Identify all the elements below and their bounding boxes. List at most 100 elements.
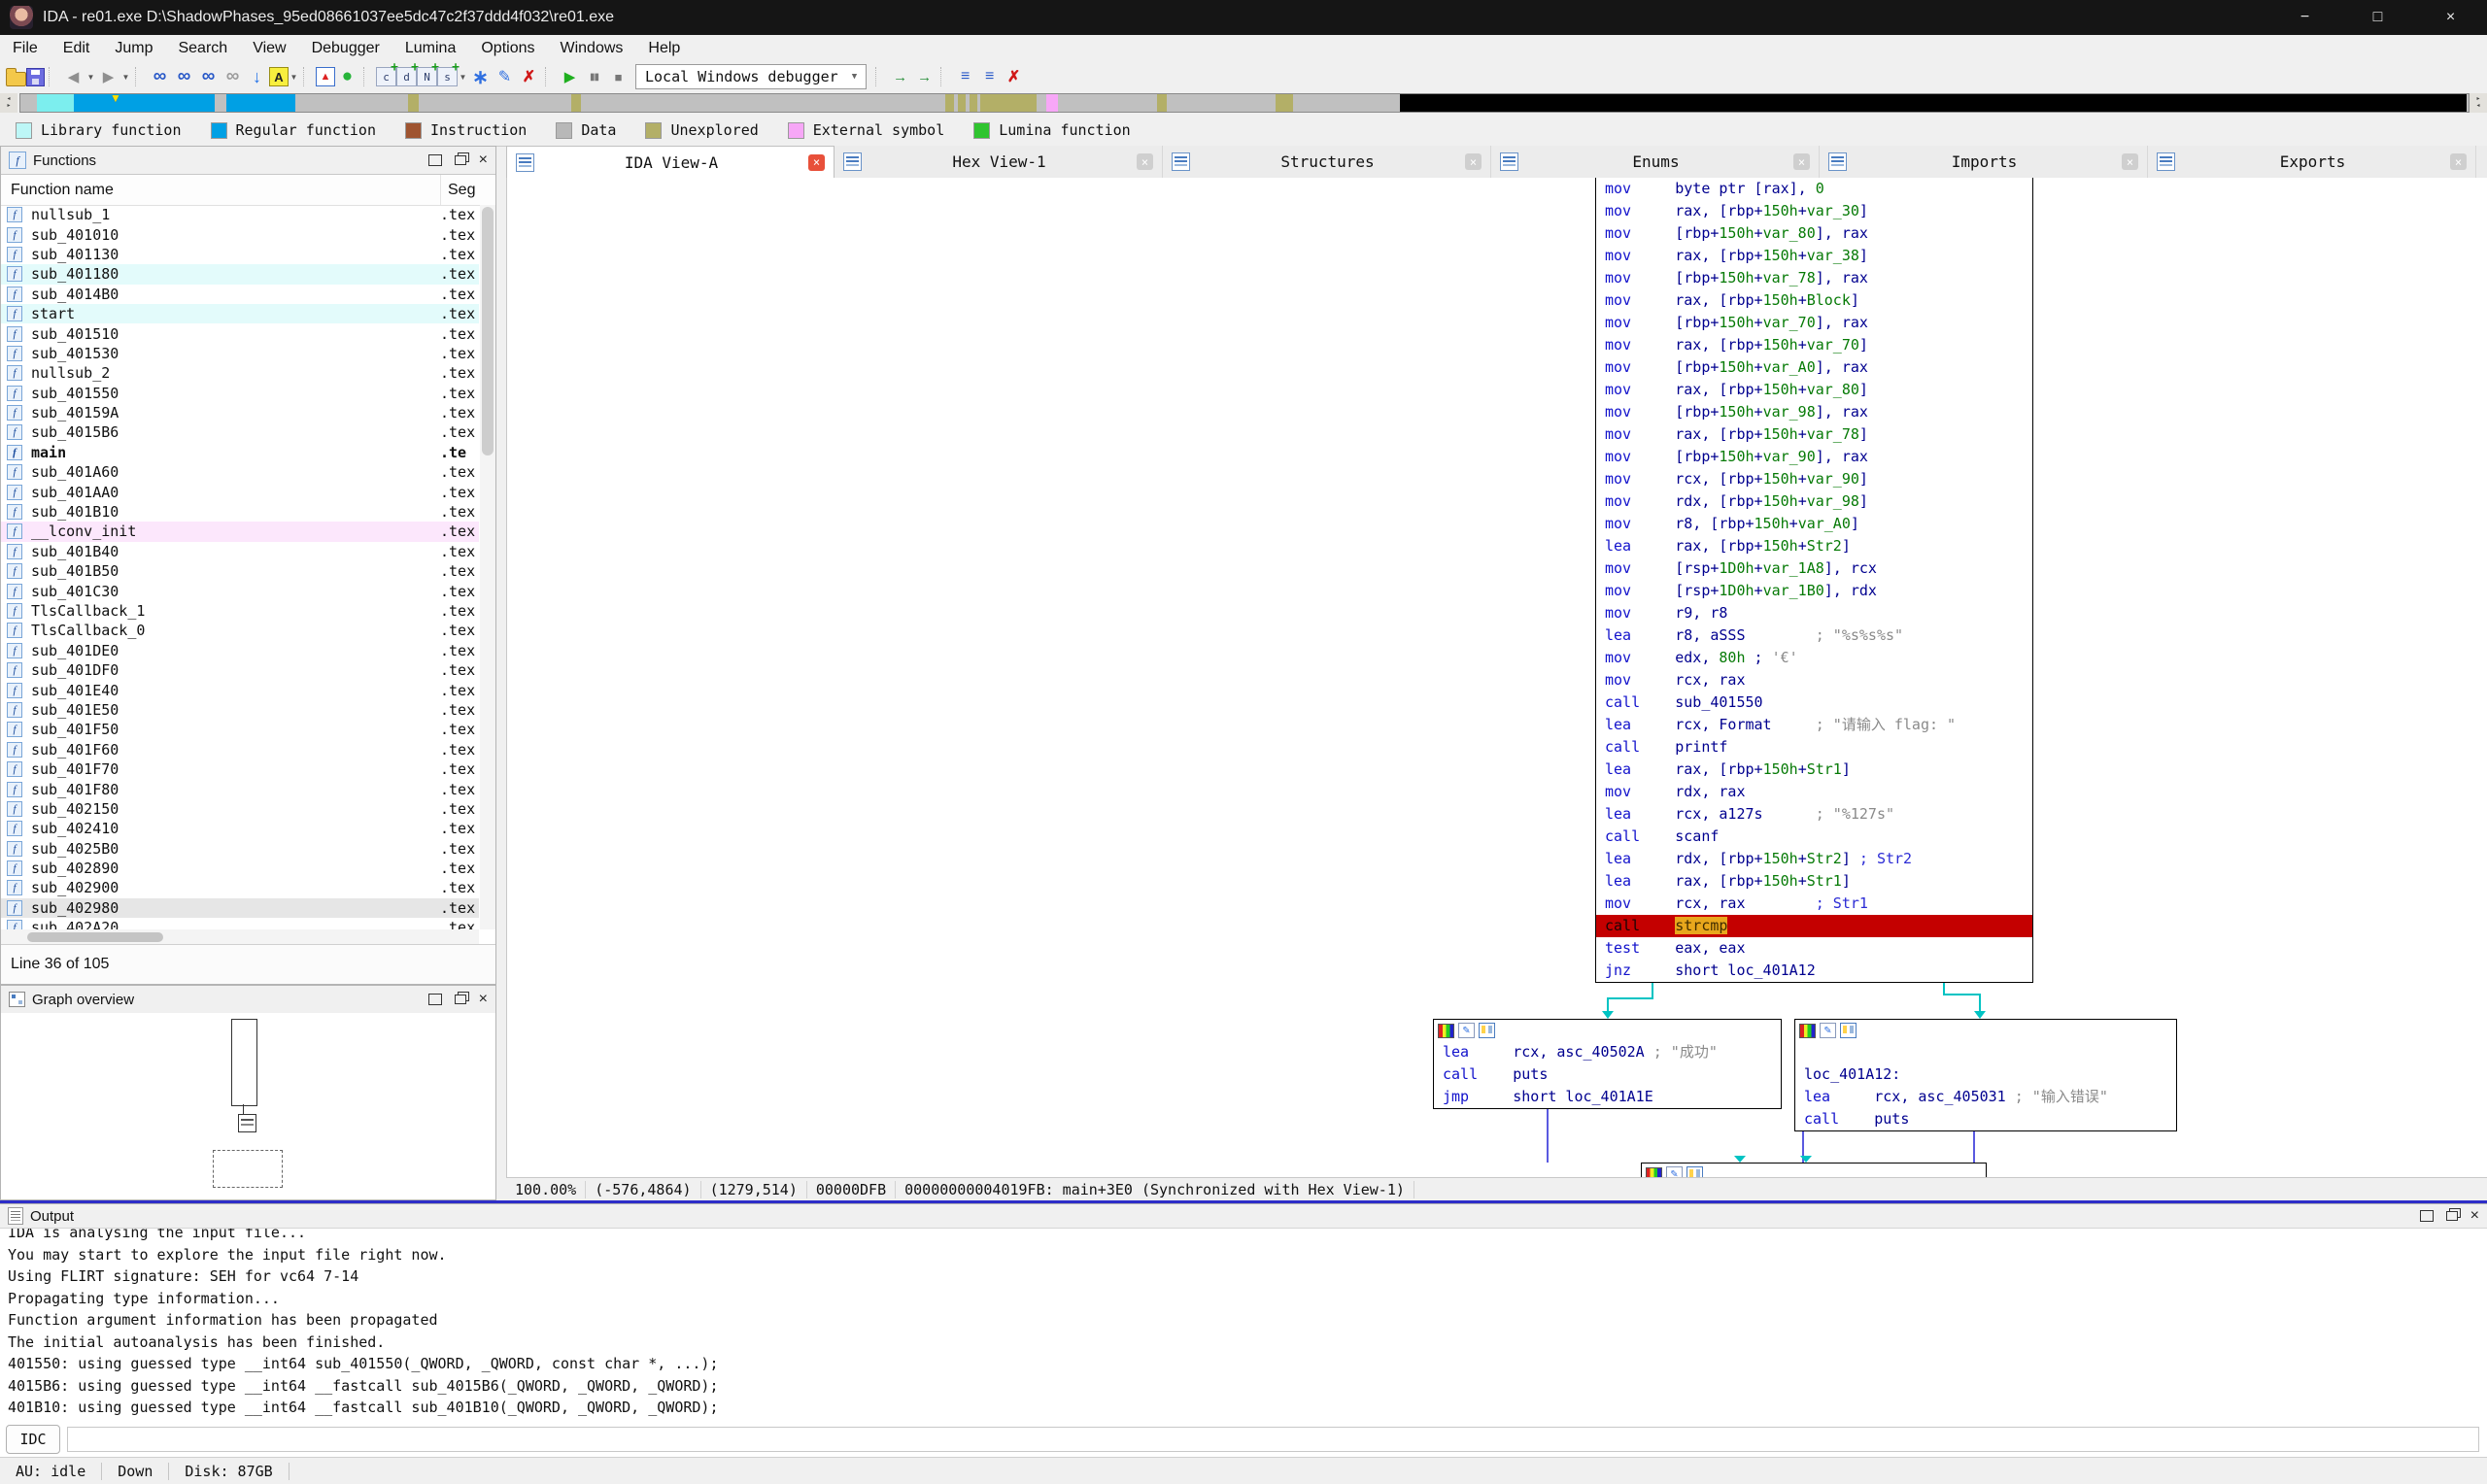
jump-arrow-icon[interactable]: ↓ — [245, 65, 269, 88]
caret-icon[interactable]: ▼ — [85, 65, 96, 88]
function-row[interactable]: fsub_4014B0.tex — [1, 285, 479, 304]
menu-item-debugger[interactable]: Debugger — [299, 40, 392, 57]
menu-item-view[interactable]: View — [240, 40, 298, 57]
make-name-icon[interactable]: N — [417, 67, 437, 86]
function-row[interactable]: fsub_401F80.tex — [1, 779, 479, 798]
function-row[interactable]: fsub_402980.tex — [1, 898, 479, 918]
scrollbar-thumb[interactable] — [27, 932, 163, 942]
panel-close-icon[interactable]: × — [479, 155, 488, 165]
band-segment-blue[interactable] — [74, 94, 215, 112]
overview-viewport-rect[interactable] — [213, 1150, 283, 1188]
disasm-line[interactable]: test eax, eax — [1596, 937, 2032, 960]
function-row[interactable]: fsub_4015B6.tex — [1, 422, 479, 442]
band-segment-olive[interactable] — [1157, 94, 1167, 112]
menu-item-file[interactable]: File — [0, 40, 51, 57]
function-row[interactable]: fsub_401F70.tex — [1, 759, 479, 779]
navigation-band-track[interactable]: ▼ — [19, 93, 2470, 113]
functions-horizontal-scrollbar[interactable] — [1, 929, 479, 945]
band-segment-olive[interactable] — [1276, 94, 1293, 112]
tab-close-icon[interactable]: × — [2122, 153, 2138, 170]
edit-node-icon[interactable]: ✎ — [1820, 1023, 1836, 1038]
panel-close-icon[interactable]: × — [479, 995, 488, 1004]
function-row[interactable]: fstart.tex — [1, 304, 479, 323]
menu-item-lumina[interactable]: Lumina — [392, 40, 468, 57]
disasm-line[interactable]: mov rax, [rbp+150h+var_70] — [1596, 334, 2032, 356]
idc-button[interactable]: IDC — [6, 1425, 60, 1454]
band-segment-olive[interactable] — [958, 94, 966, 112]
basic-block-error[interactable]: ✎ loc_401A12:lea rcx, asc_405031 ; "输入错误… — [1794, 1019, 2177, 1131]
function-row[interactable]: fsub_402150.tex — [1, 799, 479, 819]
tab-close-icon[interactable]: × — [1465, 153, 1482, 170]
output-log[interactable]: IDA is analysing the input file...You ma… — [0, 1229, 2487, 1423]
debugger-select[interactable]: Local Windows debugger▼ — [635, 64, 867, 89]
basic-block-bottom[interactable]: ✎ — [1641, 1163, 1987, 1177]
band-segment-pale[interactable] — [215, 94, 226, 112]
function-row[interactable]: fsub_402A20.tex — [1, 918, 479, 929]
menu-item-search[interactable]: Search — [165, 40, 240, 57]
group-node-icon[interactable] — [1686, 1166, 1703, 1177]
edit-node-icon[interactable]: ✎ — [1458, 1023, 1475, 1038]
disasm-line[interactable]: mov byte ptr [rax], 0 — [1596, 178, 2032, 200]
attach-icon[interactable]: → — [888, 65, 912, 88]
disasm-line[interactable]: jmp short loc_401A1E — [1434, 1086, 1781, 1108]
function-row[interactable]: fsub_401F50.tex — [1, 720, 479, 739]
functions-vertical-scrollbar[interactable] — [480, 205, 495, 929]
graph-overview-header[interactable]: Graph overview × — [1, 986, 495, 1014]
disasm-line[interactable] — [1795, 1041, 2176, 1063]
disasm-line[interactable]: mov r8, [rbp+150h+var_A0] — [1596, 513, 2032, 535]
disasm-line[interactable]: mov rax, [rbp+150h+var_78] — [1596, 423, 2032, 446]
patch-icon[interactable]: ∗ — [468, 65, 493, 88]
function-row[interactable]: fmain.te — [1, 443, 479, 462]
function-row[interactable]: fsub_402900.tex — [1, 878, 479, 897]
panel-float-icon[interactable] — [455, 995, 466, 1004]
watches-icon[interactable]: ≡ — [977, 65, 1002, 88]
tab-close-icon[interactable]: × — [2450, 153, 2467, 170]
search-binary-icon[interactable]: ∞ — [196, 65, 221, 88]
edit-node-icon[interactable]: ✎ — [1666, 1166, 1683, 1177]
disasm-line[interactable]: call printf — [1596, 736, 2032, 759]
band-segment-olive[interactable] — [970, 94, 977, 112]
functions-column-header[interactable]: Function name Seg — [1, 175, 495, 206]
scrollbar-thumb[interactable] — [482, 207, 494, 455]
function-row[interactable]: fsub_402890.tex — [1, 859, 479, 878]
band-segment-black[interactable] — [1400, 94, 2467, 112]
graph-overview-canvas[interactable] — [1, 1013, 495, 1199]
disasm-line[interactable]: mov [rbp+150h+var_A0], rax — [1596, 356, 2032, 379]
band-scroll-right[interactable]: ▸◂ — [2470, 93, 2487, 113]
band-segment-blue[interactable] — [226, 94, 295, 112]
function-row[interactable]: fTlsCallback_1.tex — [1, 601, 479, 621]
menu-item-options[interactable]: Options — [468, 40, 547, 57]
disasm-line[interactable]: mov rdx, rax — [1596, 781, 2032, 803]
function-row[interactable]: fnullsub_1.tex — [1, 205, 479, 224]
node-color-icon[interactable] — [1799, 1024, 1816, 1038]
function-row[interactable]: fsub_401010.tex — [1, 224, 479, 244]
disasm-line[interactable]: lea rax, [rbp+150h+Str1] — [1596, 870, 2032, 893]
edit-comment-icon[interactable]: ✎ — [493, 65, 517, 88]
tab-imports[interactable]: Imports× — [1820, 146, 2148, 178]
disasm-line[interactable]: call sub_401550 — [1596, 691, 2032, 714]
disasm-line[interactable]: lea r8, aSSS ; "%s%s%s" — [1596, 624, 2032, 647]
problem-list-icon[interactable]: ▲ — [316, 67, 335, 86]
function-row[interactable]: fsub_401AA0.tex — [1, 482, 479, 501]
function-row[interactable]: fsub_401510.tex — [1, 323, 479, 343]
column-segment[interactable]: Seg — [440, 175, 475, 205]
band-scroll-left[interactable]: ◂▸ — [0, 93, 17, 113]
disasm-line[interactable]: lea rcx, Format ; "请输入 flag: " — [1596, 714, 2032, 736]
disasm-line[interactable]: lea rax, [rbp+150h+Str2] — [1596, 535, 2032, 557]
function-row[interactable]: fsub_401DE0.tex — [1, 641, 479, 660]
function-row[interactable]: fsub_40159A.tex — [1, 403, 479, 422]
disasm-line[interactable]: mov rax, [rbp+150h+Block] — [1596, 289, 2032, 312]
back-icon[interactable]: ◀ — [61, 65, 85, 88]
disasm-line[interactable]: mov [rbp+150h+var_90], rax — [1596, 446, 2032, 468]
basic-block-main[interactable]: mov byte ptr [rax], 0 mov rax, [rbp+150h+… — [1595, 178, 2033, 983]
search-code-icon[interactable]: ∞ — [148, 65, 172, 88]
disasm-line[interactable]: mov rax, [rbp+150h+var_80] — [1596, 379, 2032, 401]
disasm-line[interactable]: loc_401A12: — [1795, 1063, 2176, 1086]
function-row[interactable]: f__lconv_init.tex — [1, 522, 479, 541]
breakpoints-icon[interactable]: ≡ — [953, 65, 977, 88]
search-text-icon[interactable]: ∞ — [172, 65, 196, 88]
tab-enums[interactable]: Enums× — [1491, 146, 1820, 178]
make-string-icon[interactable]: s — [437, 67, 458, 86]
function-row[interactable]: fsub_401E40.tex — [1, 680, 479, 699]
function-row[interactable]: fsub_401530.tex — [1, 344, 479, 363]
